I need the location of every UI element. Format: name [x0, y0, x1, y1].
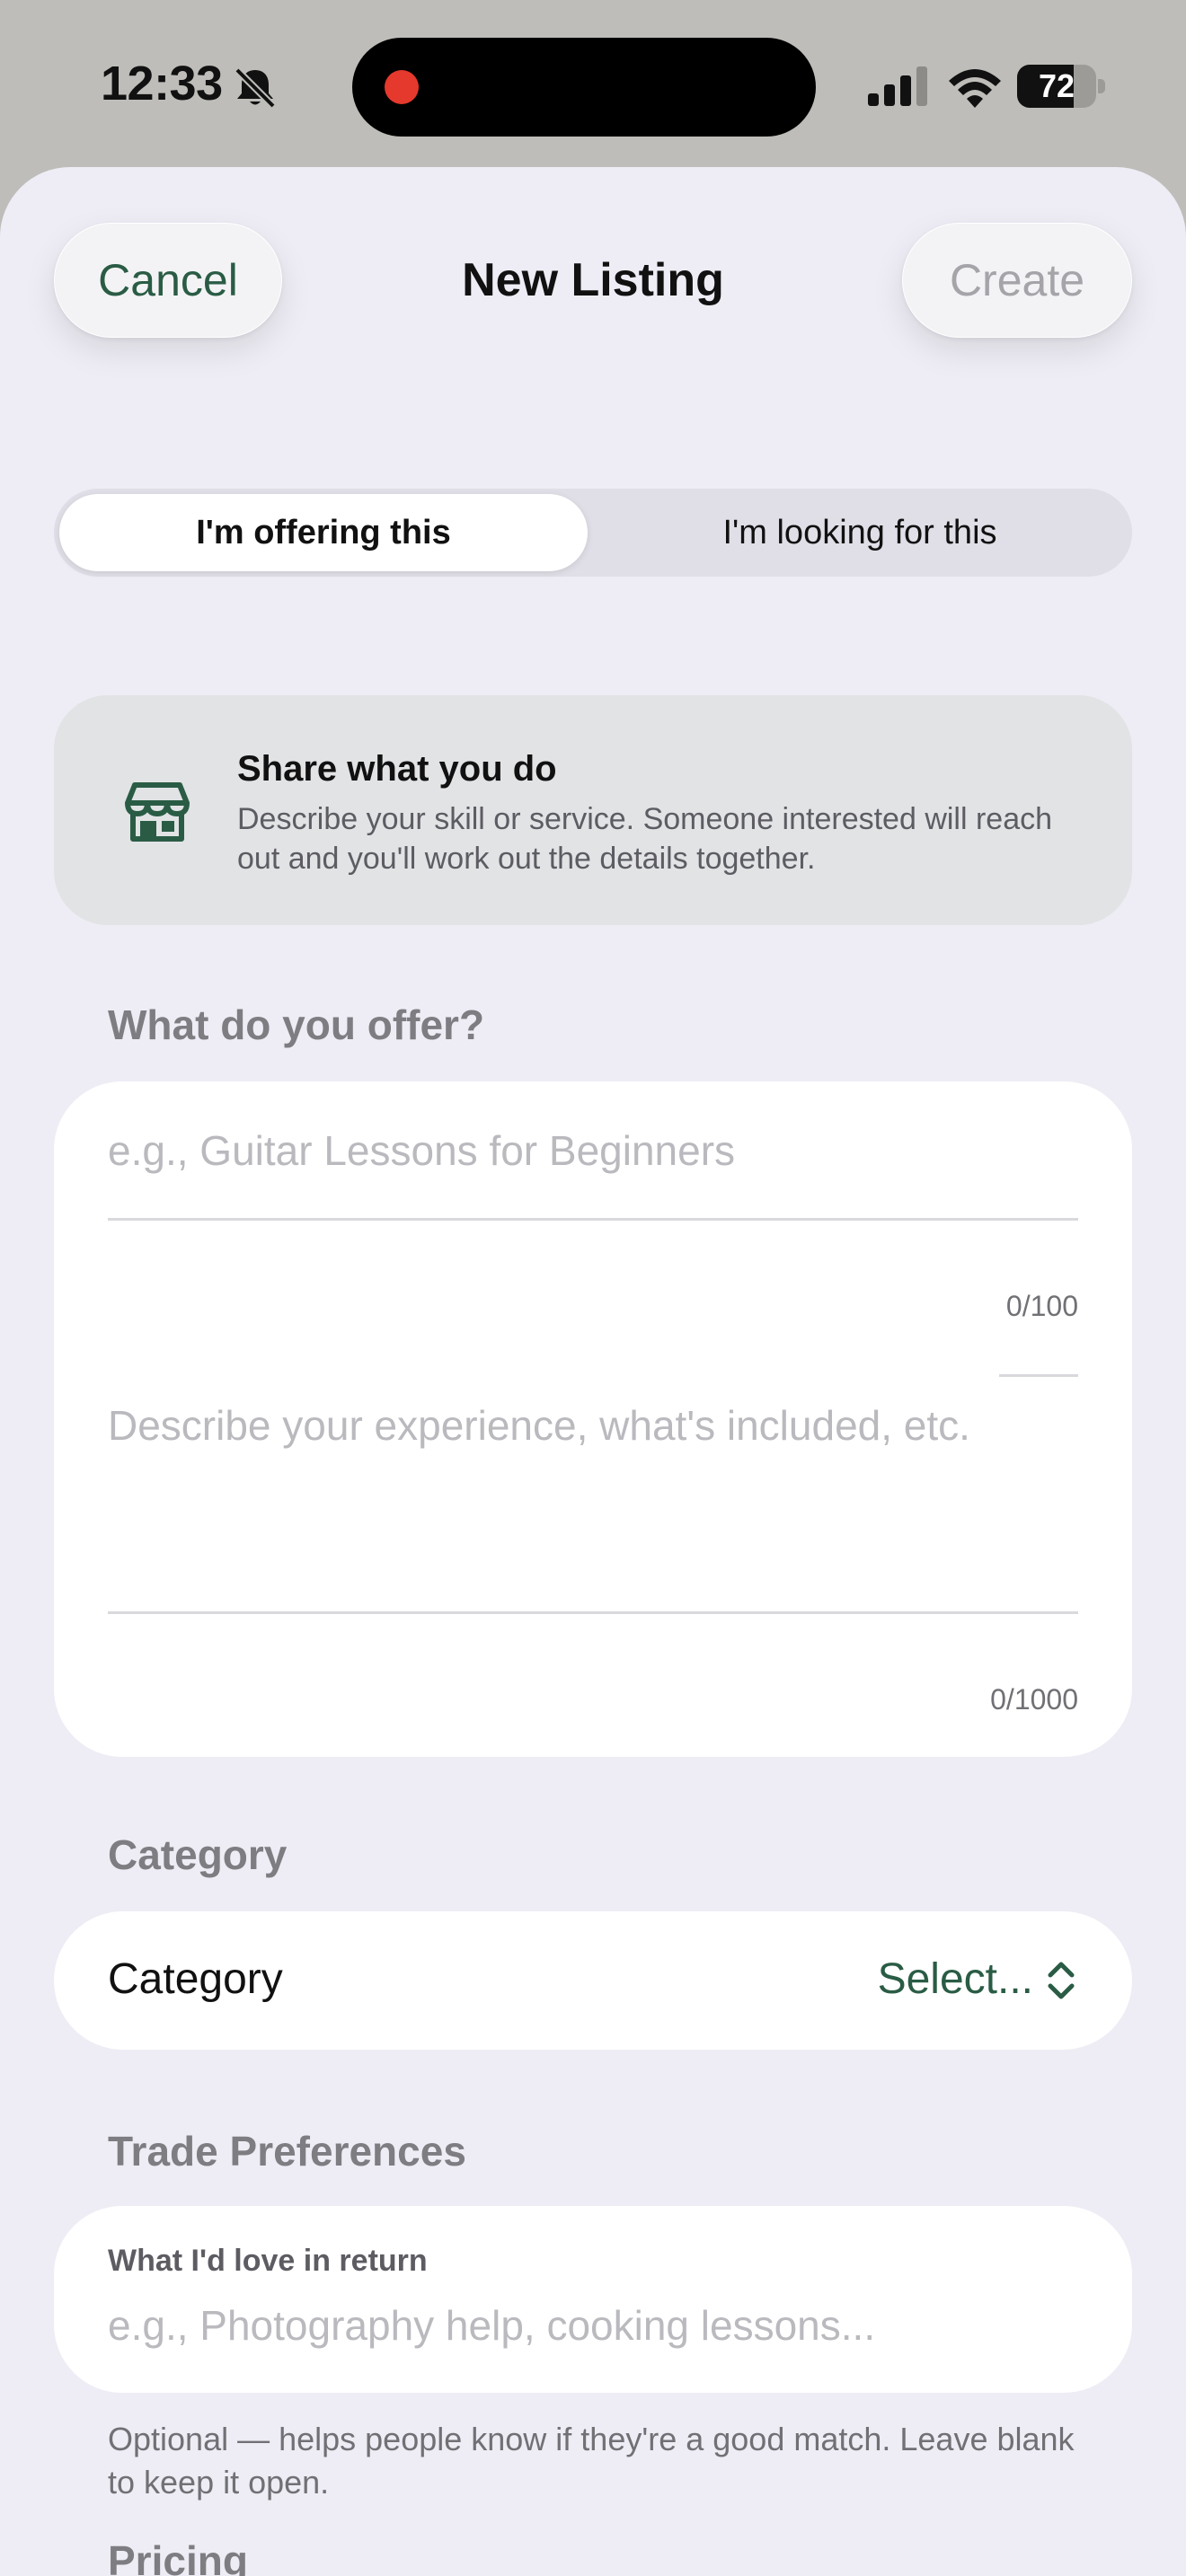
- trade-helper-text: Optional — helps people know if they're …: [108, 2421, 1075, 2501]
- cellular-signal-icon: [868, 66, 927, 106]
- counter-divider: [999, 1374, 1078, 1377]
- offer-form-card: e.g., Guitar Lessons for Beginners 0/100…: [54, 1081, 1132, 1757]
- create-button[interactable]: Create: [902, 223, 1132, 338]
- trade-preferences-card: What I'd love in return e.g., Photograph…: [54, 2206, 1132, 2393]
- description-character-counter: 0/1000: [990, 1683, 1078, 1716]
- title-input-underline: [108, 1218, 1078, 1221]
- storefront-icon: [125, 782, 190, 842]
- title-input[interactable]: e.g., Guitar Lessons for Beginners: [108, 1126, 735, 1175]
- wifi-icon: [949, 69, 1001, 108]
- info-card: Share what you do Describe your skill or…: [54, 695, 1132, 925]
- dynamic-island: [352, 38, 816, 137]
- trade-field-label: What I'd love in return: [108, 2244, 428, 2278]
- recording-indicator: [385, 70, 419, 104]
- segment-looking[interactable]: I'm looking for this: [593, 494, 1127, 571]
- status-bar: 12:33 72: [0, 0, 1186, 167]
- description-underline: [108, 1611, 1078, 1614]
- category-row-label: Category: [108, 1955, 283, 2003]
- info-card-title: Share what you do: [237, 749, 557, 789]
- bell-slash-icon: [235, 67, 276, 108]
- description-textarea[interactable]: Describe your experience, what's include…: [108, 1401, 970, 1450]
- battery-icon: 72: [1017, 65, 1105, 108]
- pricing-section-label: Pricing: [108, 2537, 248, 2576]
- status-time: 12:33: [101, 57, 223, 110]
- new-listing-sheet: Cancel New Listing Create I'm offering t…: [0, 167, 1186, 2576]
- offer-section-label: What do you offer?: [108, 1001, 485, 1048]
- category-picker-row[interactable]: Category Select...: [54, 1911, 1132, 2050]
- listing-type-segmented-control: I'm offering this I'm looking for this: [54, 489, 1132, 577]
- title-character-counter: 0/100: [1005, 1290, 1078, 1322]
- info-card-description: Describe your skill or service. Someone …: [237, 802, 1053, 876]
- battery-percent: 72: [1038, 67, 1075, 104]
- category-section-label: Category: [108, 1831, 288, 1878]
- segment-offering[interactable]: I'm offering this: [59, 494, 588, 571]
- trade-section-label: Trade Preferences: [108, 2128, 466, 2175]
- category-selected-value[interactable]: Select...: [878, 1954, 1033, 2004]
- chevron-up-down-icon: [1048, 1962, 1075, 1999]
- trade-input[interactable]: e.g., Photography help, cooking lessons.…: [108, 2301, 875, 2350]
